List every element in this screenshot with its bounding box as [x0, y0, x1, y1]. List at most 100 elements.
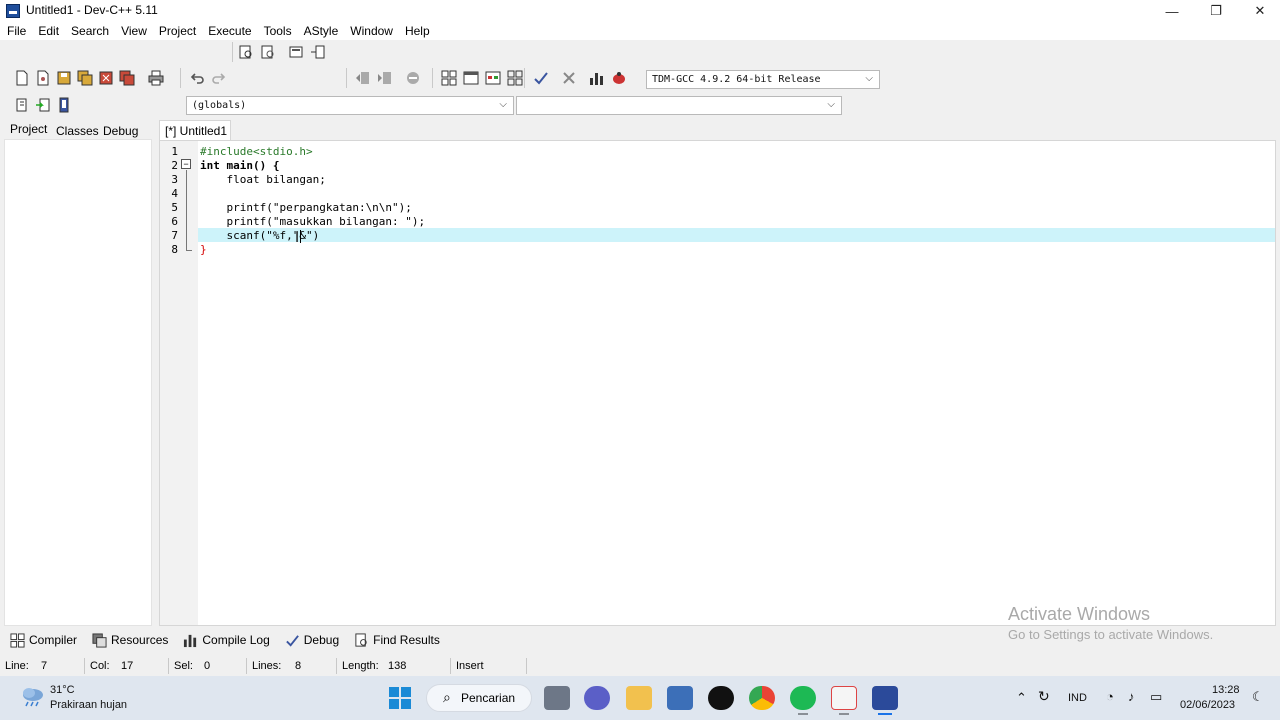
menu-window[interactable]: Window [343, 22, 398, 40]
show-hidden-icons-icon[interactable]: ⌃ [1016, 690, 1027, 706]
microsoft-store-icon[interactable] [667, 686, 693, 710]
project-tree-panel[interactable] [4, 139, 152, 626]
check-syntax-icon[interactable] [531, 68, 551, 88]
goto-bookmark-icon[interactable] [33, 95, 53, 115]
battery-icon[interactable]: ▭ [1150, 689, 1162, 705]
tab-compiler[interactable]: Compiler [0, 630, 82, 650]
menu-edit[interactable]: Edit [31, 22, 64, 40]
running-indicator [839, 713, 849, 715]
chrome-icon[interactable] [749, 686, 775, 710]
editor-tab-untitled1[interactable]: [*] Untitled1 [159, 120, 231, 140]
toolbar-undo [180, 68, 229, 88]
code-line: scanf("%f,"&") [200, 229, 320, 242]
close-file-icon[interactable] [96, 68, 116, 88]
scope-select[interactable]: (globals) ⌵ [186, 96, 514, 115]
clock-time[interactable]: 13:28 [1212, 684, 1240, 696]
clock-date[interactable]: 02/06/2023 [1180, 699, 1235, 711]
find-replace-icon[interactable] [258, 42, 278, 62]
stop-execution-icon[interactable] [559, 68, 579, 88]
restore-icon[interactable]: ❐ [1194, 0, 1238, 22]
menu-search[interactable]: Search [64, 22, 114, 40]
notifications-icon[interactable]: ☾ [1252, 689, 1264, 705]
status-sel-label: Sel: [174, 660, 193, 672]
menu-view[interactable]: View [114, 22, 152, 40]
menu-help[interactable]: Help [398, 22, 435, 40]
language-indicator[interactable]: IND [1068, 692, 1087, 704]
devcpp-taskbar-icon[interactable] [872, 686, 898, 710]
save-all-icon[interactable] [75, 68, 95, 88]
line-number: 6 [171, 215, 178, 228]
tab-project[interactable]: Project [10, 122, 47, 136]
toolbar-project [432, 68, 525, 88]
minimize-icon[interactable]: — [1150, 0, 1194, 22]
task-view-icon[interactable] [544, 686, 570, 710]
tab-find-results[interactable]: Find Results [344, 630, 445, 650]
tab-resources-label: Resources [111, 633, 169, 647]
fold-collapse-icon[interactable]: − [181, 159, 191, 169]
close-icon[interactable]: ✕ [1238, 0, 1280, 22]
wifi-icon[interactable]: ◔ [1106, 689, 1114, 704]
close-all-icon[interactable] [117, 68, 137, 88]
menu-execute[interactable]: Execute [201, 22, 256, 40]
tab-find-results-label: Find Results [373, 633, 440, 647]
devcpp-app-icon [6, 4, 20, 18]
project-window-icon[interactable] [461, 68, 481, 88]
undo-icon[interactable] [187, 68, 207, 88]
text-cursor [300, 230, 301, 243]
save-icon[interactable] [54, 68, 74, 88]
resources-icon [92, 632, 107, 648]
weather-widget[interactable] [20, 684, 46, 711]
unindent-icon[interactable] [375, 68, 395, 88]
class-browser-icon[interactable] [505, 68, 525, 88]
volume-icon[interactable]: ♪ [1128, 689, 1135, 704]
tab-resources[interactable]: Resources [82, 630, 173, 650]
redo-icon[interactable] [209, 68, 229, 88]
teams-chat-icon[interactable] [584, 686, 610, 710]
open-file-icon[interactable] [33, 68, 53, 88]
status-insert-mode: Insert [456, 660, 484, 672]
weather-temperature: 31°C [50, 684, 75, 696]
menu-astyle[interactable]: AStyle [297, 22, 344, 40]
spotify-icon[interactable] [790, 686, 816, 710]
status-lines-label: Lines: [252, 660, 282, 672]
file-explorer-icon[interactable] [626, 686, 652, 710]
sync-icon[interactable]: ↻ [1038, 688, 1050, 705]
status-col-label: Col: [90, 660, 110, 672]
compiler-select-value: TDM-GCC 4.9.2 64-bit Release [652, 74, 821, 85]
goto-line-icon[interactable] [308, 42, 328, 62]
menu-tools[interactable]: Tools [257, 22, 297, 40]
member-select[interactable]: ⌵ [516, 96, 842, 115]
start-button[interactable] [388, 686, 412, 713]
menu-project[interactable]: Project [152, 22, 201, 40]
presentation-app-icon[interactable] [831, 686, 857, 710]
new-file-icon[interactable] [12, 68, 32, 88]
profile-icon[interactable] [587, 68, 607, 88]
fold-line [186, 170, 187, 250]
status-lines-value: 8 [295, 660, 302, 672]
toggle-comment-icon[interactable] [403, 68, 423, 88]
toggle-view-icon[interactable] [286, 42, 306, 62]
code-line: int main() { [200, 159, 280, 172]
menu-bar: File Edit Search View Project Execute To… [0, 22, 1280, 40]
project-options-icon[interactable] [483, 68, 503, 88]
tab-debug-output[interactable]: Debug [275, 630, 344, 650]
status-sel-value: 0 [204, 660, 211, 672]
find-files-icon[interactable] [236, 42, 256, 62]
tiktok-icon[interactable] [708, 686, 734, 710]
tab-classes[interactable]: Classes [56, 124, 99, 138]
indent-icon[interactable] [353, 68, 373, 88]
debug-icon[interactable] [609, 68, 629, 88]
tab-debug[interactable]: Debug [103, 124, 138, 138]
toggle-bookmark-icon[interactable] [54, 95, 74, 115]
tab-compile-log[interactable]: Compile Log [173, 630, 274, 650]
toolbar-file [12, 68, 166, 88]
code-line: } [200, 243, 207, 256]
menu-file[interactable]: File [0, 22, 31, 40]
insert-snippet-icon[interactable] [12, 95, 32, 115]
status-line-label: Line: [5, 660, 29, 672]
taskbar-search[interactable]: ⌕ Pencarian [426, 684, 532, 712]
activate-windows-title: Activate Windows [1008, 604, 1151, 624]
new-project-icon[interactable] [439, 68, 459, 88]
print-icon[interactable] [146, 68, 166, 88]
compiler-select[interactable]: TDM-GCC 4.9.2 64-bit Release ⌵ [646, 70, 880, 89]
